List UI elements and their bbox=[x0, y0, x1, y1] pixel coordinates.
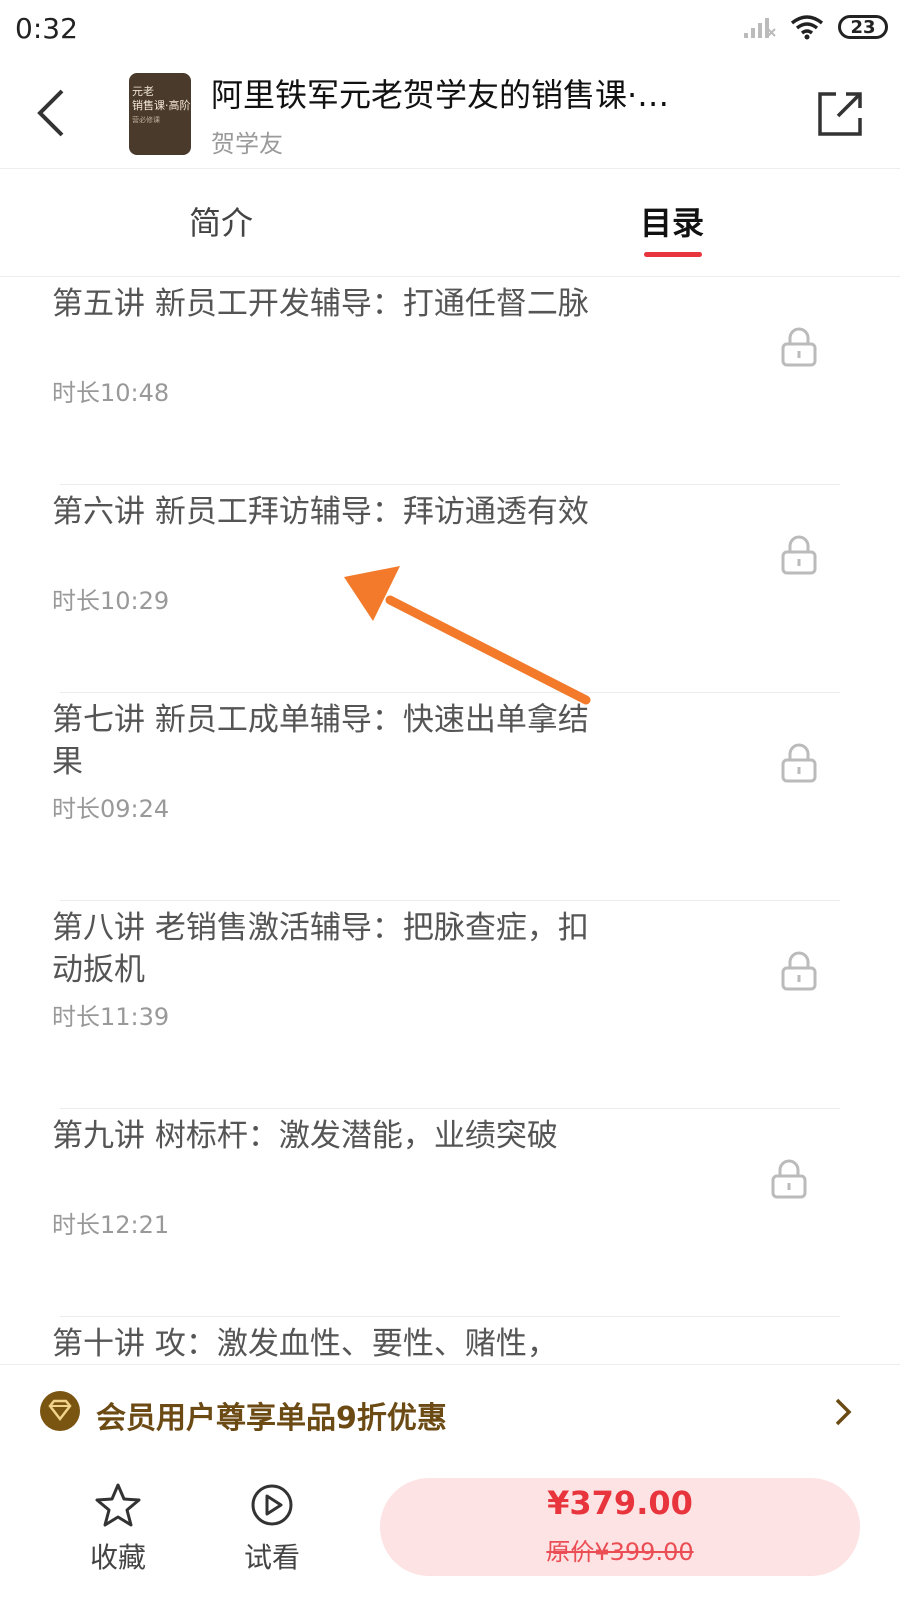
battery-indicator: 23 bbox=[838, 15, 888, 39]
lesson-title: 第十讲 攻：激发血性、要性、赌性， bbox=[52, 1326, 558, 1362]
favorite-label: 收藏 bbox=[89, 1541, 146, 1574]
course-title: 阿里铁军元老贺学友的销售课·… bbox=[211, 76, 670, 114]
lesson-title: 第七讲 新员工成单辅导：快速出单拿结果 bbox=[52, 702, 589, 780]
signal-icon bbox=[744, 18, 776, 38]
trial-watch-button[interactable]: 试看 bbox=[232, 1482, 312, 1576]
lesson-duration: 时长10:48 bbox=[52, 379, 170, 407]
lesson-duration: 时长09:24 bbox=[52, 795, 170, 823]
course-cover-image: 元老 销售课·高阶 营必修课 bbox=[129, 73, 191, 155]
lock-icon bbox=[781, 951, 817, 991]
course-author: 贺学友 bbox=[211, 130, 283, 158]
lesson-item[interactable]: 第十讲 攻：激发血性、要性、赌性， bbox=[0, 1317, 900, 1364]
lesson-title: 第九讲 树标杆：激发潜能，业绩突破 bbox=[52, 1118, 558, 1154]
back-arrow-icon[interactable] bbox=[30, 85, 80, 141]
tab-bar: 简介 目录 bbox=[0, 168, 900, 277]
favorite-button[interactable]: 收藏 bbox=[78, 1482, 158, 1576]
member-promo-text: 会员用户尊享单品9折优惠 bbox=[96, 1401, 447, 1436]
course-header: 元老 销售课·高阶 营必修课 阿里铁军元老贺学友的销售课·… 贺学友 bbox=[0, 60, 900, 169]
tab-catalog[interactable]: 目录 bbox=[640, 198, 704, 244]
lesson-item[interactable]: 第九讲 树标杆：激发潜能，业绩突破 时长12:21 bbox=[0, 1109, 900, 1317]
buy-button[interactable]: ¥379.00 原价¥399.00 bbox=[380, 1478, 860, 1576]
star-icon bbox=[95, 1483, 141, 1527]
original-price: 原价¥399.00 bbox=[546, 1538, 694, 1566]
lock-icon bbox=[781, 327, 817, 367]
play-circle-icon bbox=[251, 1484, 293, 1526]
lesson-duration: 时长10:29 bbox=[52, 587, 170, 615]
tab-intro[interactable]: 简介 bbox=[189, 198, 253, 244]
lesson-list[interactable]: 第五讲 新员工开发辅导：打通任督二脉 时长10:48 第六讲 新员工拜访辅导：拜… bbox=[0, 277, 900, 1364]
lesson-item[interactable]: 第五讲 新员工开发辅导：打通任督二脉 时长10:48 bbox=[0, 277, 900, 485]
status-icons: 23 bbox=[742, 14, 888, 40]
status-bar: 0:32 23 bbox=[0, 0, 900, 60]
lesson-title: 第五讲 新员工开发辅导：打通任督二脉 bbox=[52, 286, 589, 322]
chevron-right-icon bbox=[835, 1398, 852, 1426]
lesson-duration: 时长11:39 bbox=[52, 1003, 170, 1031]
lock-icon bbox=[771, 1159, 807, 1199]
active-tab-indicator bbox=[644, 252, 702, 257]
lock-icon bbox=[781, 743, 817, 783]
member-promo-bar[interactable]: 会员用户尊享单品9折优惠 bbox=[0, 1364, 900, 1458]
lock-icon bbox=[781, 535, 817, 575]
vip-diamond-icon bbox=[40, 1391, 80, 1431]
current-price: ¥379.00 bbox=[547, 1484, 693, 1522]
bottom-action-bar: 收藏 试看 ¥379.00 原价¥399.00 bbox=[0, 1456, 900, 1600]
share-icon[interactable] bbox=[814, 88, 866, 140]
lesson-item[interactable]: 第六讲 新员工拜访辅导：拜访通透有效 时长10:29 bbox=[0, 485, 900, 693]
lesson-duration: 时长12:21 bbox=[52, 1211, 170, 1239]
lesson-title: 第八讲 老销售激活辅导：把脉查症，扣动扳机 bbox=[52, 910, 589, 988]
status-time: 0:32 bbox=[15, 12, 78, 45]
lesson-title: 第六讲 新员工拜访辅导：拜访通透有效 bbox=[52, 494, 589, 530]
lesson-item[interactable]: 第七讲 新员工成单辅导：快速出单拿结果 时长09:24 bbox=[0, 693, 900, 901]
lesson-item[interactable]: 第八讲 老销售激活辅导：把脉查症，扣动扳机 时长11:39 bbox=[0, 901, 900, 1109]
trial-watch-label: 试看 bbox=[243, 1541, 300, 1574]
wifi-icon bbox=[790, 15, 824, 40]
